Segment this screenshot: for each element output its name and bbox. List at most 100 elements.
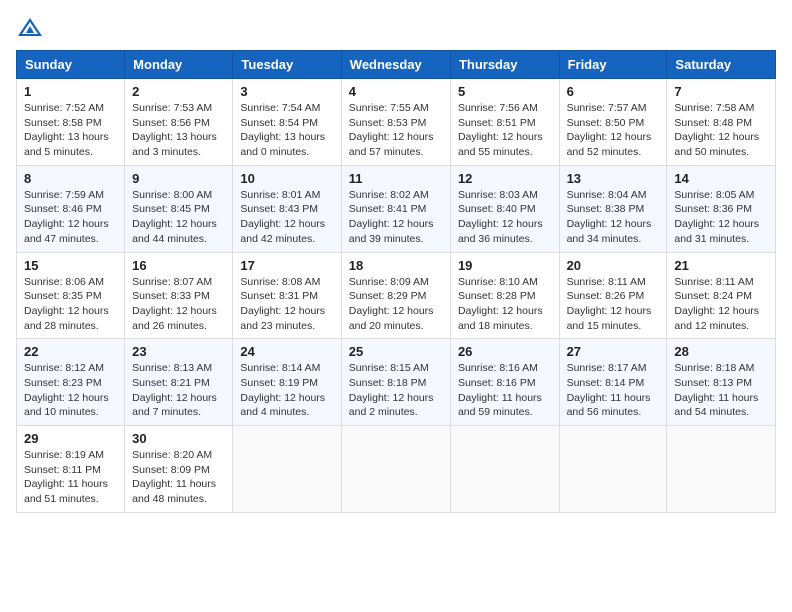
daylight-text: Daylight: 13 hours and 3 minutes. — [132, 130, 225, 159]
day-number: 2 — [132, 84, 225, 99]
day-number: 21 — [674, 258, 768, 273]
sunrise-text: Sunrise: 8:06 AM — [24, 275, 117, 290]
logo-icon — [16, 16, 44, 38]
day-number: 23 — [132, 344, 225, 359]
sunrise-text: Sunrise: 8:00 AM — [132, 188, 225, 203]
page-header — [16, 16, 776, 38]
calendar-cell: 24Sunrise: 8:14 AMSunset: 8:19 PMDayligh… — [233, 339, 341, 426]
calendar-cell: 5Sunrise: 7:56 AMSunset: 8:51 PMDaylight… — [450, 79, 559, 166]
calendar-cell: 23Sunrise: 8:13 AMSunset: 8:21 PMDayligh… — [125, 339, 233, 426]
sunset-text: Sunset: 8:33 PM — [132, 289, 225, 304]
sunset-text: Sunset: 8:18 PM — [349, 376, 443, 391]
sunrise-text: Sunrise: 8:11 AM — [674, 275, 768, 290]
calendar-cell: 14Sunrise: 8:05 AMSunset: 8:36 PMDayligh… — [667, 165, 776, 252]
day-number: 4 — [349, 84, 443, 99]
calendar-cell: 18Sunrise: 8:09 AMSunset: 8:29 PMDayligh… — [341, 252, 450, 339]
calendar-cell: 26Sunrise: 8:16 AMSunset: 8:16 PMDayligh… — [450, 339, 559, 426]
daylight-text: Daylight: 12 hours and 36 minutes. — [458, 217, 552, 246]
calendar-cell: 21 Sunrise: 8:11 AMSunset: 8:24 PMDayligh… — [667, 252, 776, 339]
sunset-text: Sunset: 8:21 PM — [132, 376, 225, 391]
sunset-text: Sunset: 8:58 PM — [24, 116, 117, 131]
sunrise-text: Sunrise: 7:53 AM — [132, 101, 225, 116]
sunset-text: Sunset: 8:50 PM — [567, 116, 660, 131]
day-number: 28 — [674, 344, 768, 359]
calendar-week-row: 8Sunrise: 7:59 AMSunset: 8:46 PMDaylight… — [17, 165, 776, 252]
calendar-cell: 22Sunrise: 8:12 AMSunset: 8:23 PMDayligh… — [17, 339, 125, 426]
sunset-text: Sunset: 8:13 PM — [674, 376, 768, 391]
sunrise-text: Sunrise: 8:04 AM — [567, 188, 660, 203]
sunrise-text: Sunrise: 8:03 AM — [458, 188, 552, 203]
calendar-cell: 1Sunrise: 7:52 AMSunset: 8:58 PMDaylight… — [17, 79, 125, 166]
daylight-text: Daylight: 11 hours and 59 minutes. — [458, 391, 552, 420]
calendar-cell: 7Sunrise: 7:58 AMSunset: 8:48 PMDaylight… — [667, 79, 776, 166]
sunset-text: Sunset: 8:35 PM — [24, 289, 117, 304]
sunset-text: Sunset: 8:11 PM — [24, 463, 117, 478]
daylight-text: Daylight: 12 hours and 26 minutes. — [132, 304, 225, 333]
sunset-text: Sunset: 8:14 PM — [567, 376, 660, 391]
sunrise-text: Sunrise: 8:08 AM — [240, 275, 333, 290]
day-number: 22 — [24, 344, 117, 359]
daylight-text: Daylight: 12 hours and 28 minutes. — [24, 304, 117, 333]
daylight-text: Daylight: 12 hours and 42 minutes. — [240, 217, 333, 246]
day-number: 3 — [240, 84, 333, 99]
sunset-text: Sunset: 8:40 PM — [458, 202, 552, 217]
daylight-text: Daylight: 12 hours and 12 minutes. — [674, 304, 768, 333]
sunset-text: Sunset: 8:41 PM — [349, 202, 443, 217]
day-number: 6 — [567, 84, 660, 99]
calendar-cell: 30Sunrise: 8:20 AMSunset: 8:09 PMDayligh… — [125, 426, 233, 513]
logo — [16, 16, 48, 38]
calendar-cell: 10Sunrise: 8:01 AMSunset: 8:43 PMDayligh… — [233, 165, 341, 252]
calendar-cell: 13Sunrise: 8:04 AMSunset: 8:38 PMDayligh… — [559, 165, 667, 252]
sunset-text: Sunset: 8:38 PM — [567, 202, 660, 217]
day-header-tuesday: Tuesday — [233, 51, 341, 79]
day-number: 10 — [240, 171, 333, 186]
sunrise-text: Sunrise: 7:56 AM — [458, 101, 552, 116]
daylight-text: Daylight: 12 hours and 15 minutes. — [567, 304, 660, 333]
sunrise-text: Sunrise: 8:15 AM — [349, 361, 443, 376]
day-number: 8 — [24, 171, 117, 186]
sunrise-text: Sunrise: 8:09 AM — [349, 275, 443, 290]
daylight-text: Daylight: 12 hours and 52 minutes. — [567, 130, 660, 159]
calendar-cell — [233, 426, 341, 513]
day-number: 5 — [458, 84, 552, 99]
day-header-thursday: Thursday — [450, 51, 559, 79]
calendar-cell: 19Sunrise: 8:10 AMSunset: 8:28 PMDayligh… — [450, 252, 559, 339]
day-number: 29 — [24, 431, 117, 446]
calendar-header-row: SundayMondayTuesdayWednesdayThursdayFrid… — [17, 51, 776, 79]
daylight-text: Daylight: 12 hours and 7 minutes. — [132, 391, 225, 420]
calendar-cell: 9Sunrise: 8:00 AMSunset: 8:45 PMDaylight… — [125, 165, 233, 252]
sunrise-text: Sunrise: 8:07 AM — [132, 275, 225, 290]
day-number: 14 — [674, 171, 768, 186]
daylight-text: Daylight: 12 hours and 10 minutes. — [24, 391, 117, 420]
calendar-week-row: 1Sunrise: 7:52 AMSunset: 8:58 PMDaylight… — [17, 79, 776, 166]
day-number: 16 — [132, 258, 225, 273]
sunset-text: Sunset: 8:24 PM — [674, 289, 768, 304]
sunset-text: Sunset: 8:31 PM — [240, 289, 333, 304]
calendar-cell: 27Sunrise: 8:17 AMSunset: 8:14 PMDayligh… — [559, 339, 667, 426]
daylight-text: Daylight: 12 hours and 55 minutes. — [458, 130, 552, 159]
daylight-text: Daylight: 12 hours and 44 minutes. — [132, 217, 225, 246]
daylight-text: Daylight: 12 hours and 18 minutes. — [458, 304, 552, 333]
day-header-wednesday: Wednesday — [341, 51, 450, 79]
daylight-text: Daylight: 12 hours and 23 minutes. — [240, 304, 333, 333]
day-number: 7 — [674, 84, 768, 99]
daylight-text: Daylight: 13 hours and 5 minutes. — [24, 130, 117, 159]
calendar-cell: 12Sunrise: 8:03 AMSunset: 8:40 PMDayligh… — [450, 165, 559, 252]
calendar-cell: 17 Sunrise: 8:08 AMSunset: 8:31 PMDayligh… — [233, 252, 341, 339]
calendar-cell: 2Sunrise: 7:53 AMSunset: 8:56 PMDaylight… — [125, 79, 233, 166]
sunrise-text: Sunrise: 8:17 AM — [567, 361, 660, 376]
sunset-text: Sunset: 8:53 PM — [349, 116, 443, 131]
calendar-cell: 6Sunrise: 7:57 AMSunset: 8:50 PMDaylight… — [559, 79, 667, 166]
daylight-text: Daylight: 12 hours and 50 minutes. — [674, 130, 768, 159]
calendar-cell — [450, 426, 559, 513]
sunset-text: Sunset: 8:09 PM — [132, 463, 225, 478]
sunrise-text: Sunrise: 7:52 AM — [24, 101, 117, 116]
day-number: 13 — [567, 171, 660, 186]
day-number: 17 — [240, 258, 333, 273]
day-number: 25 — [349, 344, 443, 359]
sunset-text: Sunset: 8:46 PM — [24, 202, 117, 217]
daylight-text: Daylight: 13 hours and 0 minutes. — [240, 130, 333, 159]
sunset-text: Sunset: 8:29 PM — [349, 289, 443, 304]
sunrise-text: Sunrise: 8:10 AM — [458, 275, 552, 290]
sunset-text: Sunset: 8:26 PM — [567, 289, 660, 304]
